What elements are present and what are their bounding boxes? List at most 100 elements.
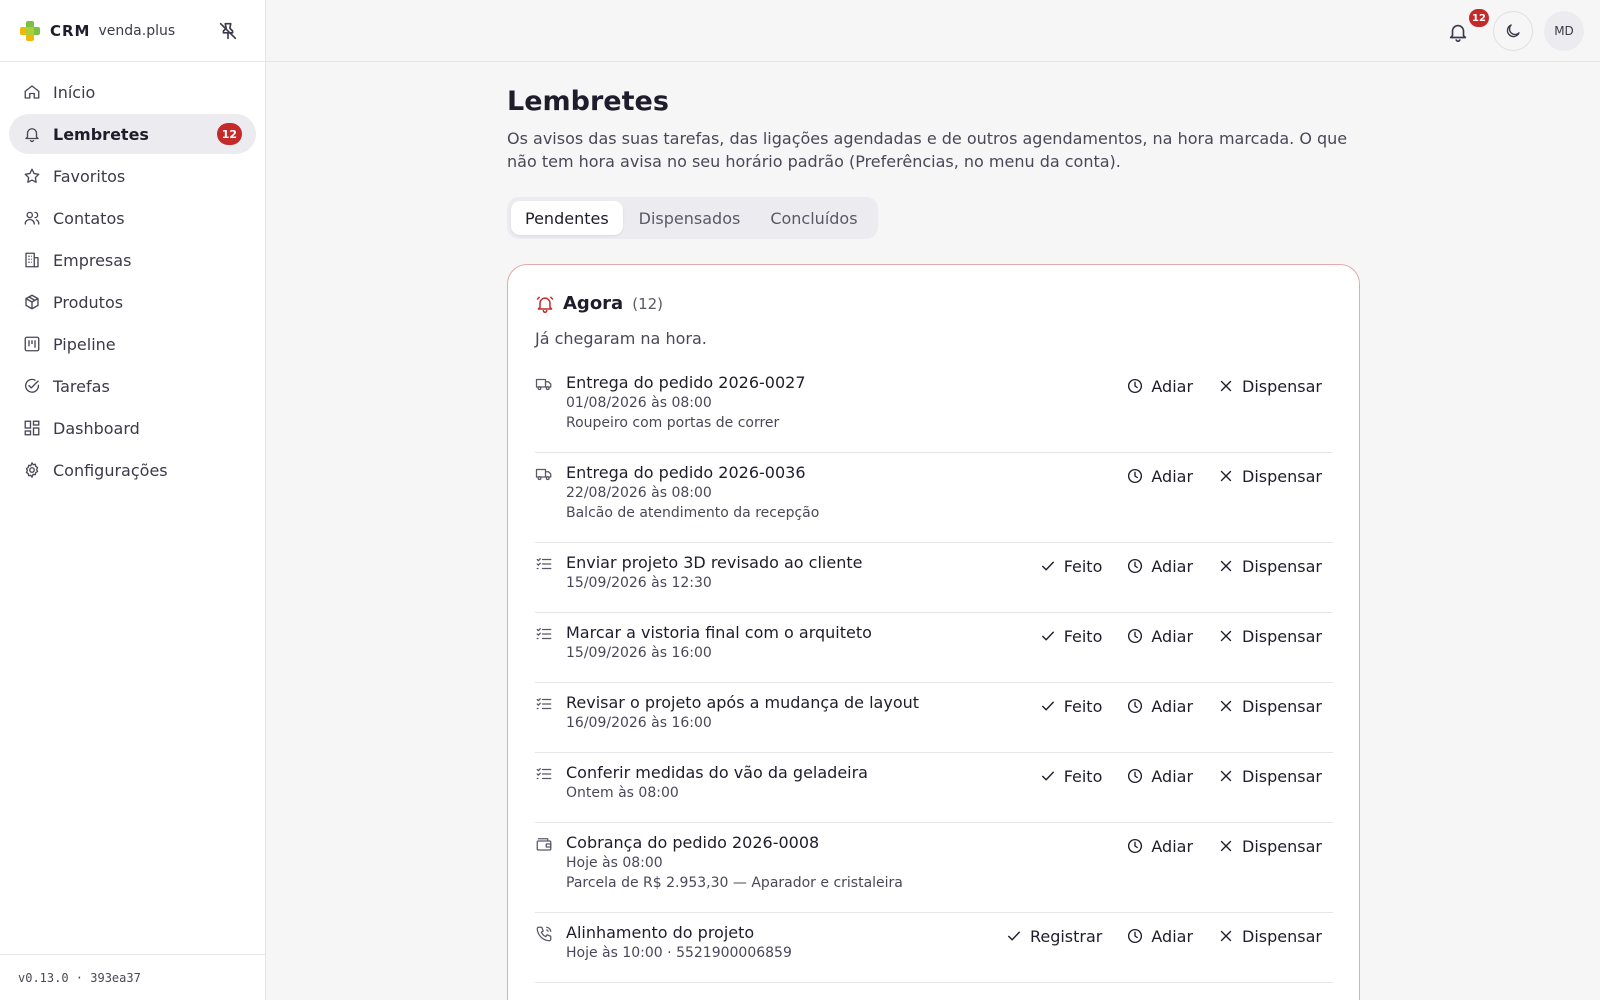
reminder-title: Entrega do pedido 2026-0027 [566,373,806,392]
snooze-button[interactable]: Adiar [1126,837,1193,856]
sidebar-item-tarefas[interactable]: Tarefas [9,366,256,406]
panel-count: (12) [632,294,664,313]
dismiss-button[interactable]: Dispensar [1217,927,1322,946]
sidebar-item-pipeline[interactable]: Pipeline [9,324,256,364]
sidebar-item-label: Produtos [53,292,124,312]
home-icon [23,83,41,101]
package-icon [23,293,41,311]
close-icon [1217,377,1235,395]
clock-icon [1126,557,1144,575]
reminder-time: 15/09/2026 às 12:30 [566,575,712,591]
snooze-button[interactable]: Adiar [1126,377,1193,396]
dismiss-button[interactable]: Dispensar [1217,467,1322,486]
reminder-time: Hoje às 08:00 [566,855,663,871]
gear-icon [23,461,41,479]
sidebar-item-label: Lembretes [53,124,149,144]
brand-product: venda.plus [98,22,176,39]
clock-icon [1126,837,1144,855]
page-description: Os avisos das suas tarefas, das ligações… [507,129,1348,171]
sidebar-item-favoritos[interactable]: Favoritos [9,156,256,196]
sidebar-item-empresas[interactable]: Empresas [9,240,256,280]
close-icon [1217,767,1235,785]
tab-dispensados[interactable]: Dispensados [625,201,755,235]
sidebar-item-label: Contatos [53,208,125,228]
reminder-item: Alinhamento do projeto Hoje às 10:00 · 5… [535,913,1333,983]
sidebar-item-dashboard[interactable]: Dashboard [9,408,256,448]
brand: CRM venda.plus [0,0,265,62]
dismiss-label: Dispensar [1242,836,1322,856]
notifications-button[interactable] [1443,17,1473,47]
reminder-title: Revisar o projeto após a mudança de layo… [566,693,920,712]
register-button[interactable]: Registrar [1005,927,1102,946]
reminder-item: Entrega do pedido 2026-0027 01/08/2026 à… [535,363,1333,453]
register-label: Registrar [1029,926,1103,946]
reminder-actions: Registrar Adiar Dispensar [981,923,1322,949]
check-icon [1005,927,1023,945]
done-button[interactable]: Feito [1039,557,1102,576]
done-button[interactable]: Feito [1039,696,1103,716]
users-icon [23,209,41,227]
snooze-label: Adiar [1151,836,1194,856]
reminder-title: Marcar a vistoria final com o arquiteto [566,623,872,642]
clock-icon [1126,927,1144,945]
sidebar-item-lembretes[interactable]: Lembretes 12 [9,114,256,154]
task-list-icon [535,625,553,643]
reminder-time: Ontem às 08:00 [566,785,679,801]
sidebar-item-contatos[interactable]: Contatos [9,198,256,238]
dismiss-button[interactable]: Dispensar [1217,697,1322,716]
dashboard-icon [23,419,41,437]
snooze-button[interactable]: Adiar [1126,467,1193,486]
star-icon [23,167,41,185]
bell-icon [1443,21,1473,43]
dismiss-button[interactable]: Dispensar [1217,627,1322,646]
sidebar-item-label: Empresas [53,250,132,270]
close-icon [1217,927,1235,945]
snooze-label: Adiar [1151,376,1194,396]
reminder-detail: Roupeiro com portas de correr [566,415,780,431]
done-button[interactable]: Feito [1039,627,1102,646]
done-button[interactable]: Feito [1039,767,1102,786]
done-label: Feito [1063,696,1103,716]
pin-off-icon[interactable] [217,20,239,42]
check-icon [1039,557,1057,575]
reminder-item: Cobrança do pedido 2026-0008 Hoje às 08:… [535,823,1333,913]
reminder-actions: Adiar Dispensar [1102,833,1322,859]
reminder-actions: Adiar Dispensar [1102,373,1322,399]
panel-subtitle: Já chegaram na hora. [535,329,707,348]
snooze-button[interactable]: Adiar [1126,627,1193,646]
close-icon [1217,467,1235,485]
reminder-item: Conferir medidas do vão da geladeira Ont… [535,753,1333,823]
dismiss-label: Dispensar [1242,766,1322,786]
logo-icon [18,19,42,43]
reminder-list: Entrega do pedido 2026-0027 01/08/2026 à… [535,363,1333,983]
reminder-time: Hoje às 10:00 · 5521900006859 [566,945,792,961]
sidebar-item-inicio[interactable]: Início [9,72,256,112]
dismiss-button[interactable]: Dispensar [1217,767,1322,786]
snooze-button[interactable]: Adiar [1126,697,1193,716]
top-bar [266,0,1600,62]
sidebar-item-produtos[interactable]: Produtos [9,282,256,322]
building-icon [23,251,41,269]
dismiss-button[interactable]: Dispensar [1217,837,1322,856]
tab-pendentes[interactable]: Pendentes [511,201,623,235]
sidebar-item-configuracoes[interactable]: Configurações [9,450,256,490]
dismiss-button[interactable]: Dispensar [1217,557,1322,576]
snooze-label: Adiar [1151,626,1194,646]
reminder-item: Entrega do pedido 2026-0036 22/08/2026 à… [535,453,1333,543]
dismiss-label: Dispensar [1242,926,1322,946]
snooze-button[interactable]: Adiar [1126,557,1193,576]
theme-toggle-button[interactable] [1493,11,1533,51]
reminder-time: 16/09/2026 às 16:00 [566,715,712,731]
reminder-item: Revisar o projeto após a mudança de layo… [535,683,1333,753]
reminder-title: Entrega do pedido 2026-0036 [566,463,806,482]
dismiss-label: Dispensar [1242,556,1322,576]
dismiss-button[interactable]: Dispensar [1217,377,1322,396]
tab-concluidos[interactable]: Concluídos [756,201,871,235]
snooze-button[interactable]: Adiar [1126,767,1193,786]
avatar[interactable]: MD [1544,11,1584,51]
check-icon [1039,627,1057,645]
truck-icon [535,375,553,393]
sidebar-item-label: Configurações [53,460,168,480]
check-icon [1039,697,1057,715]
snooze-button[interactable]: Adiar [1126,927,1193,946]
